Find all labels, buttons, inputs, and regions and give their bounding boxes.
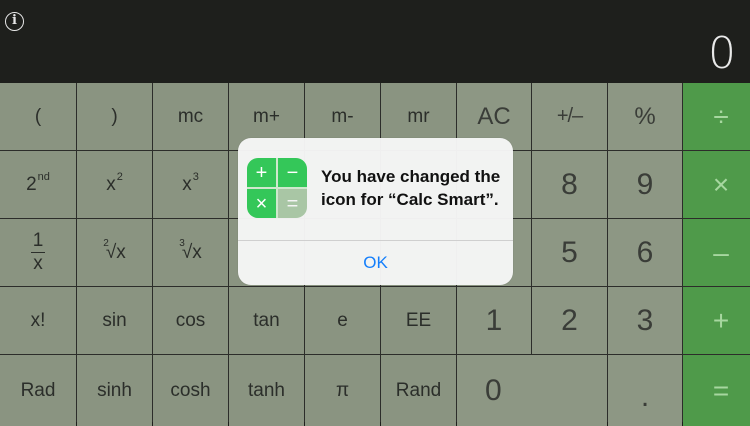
minus-icon: − bbox=[278, 158, 307, 187]
reciprocal-fraction: 1 x bbox=[31, 230, 45, 276]
tanh-key[interactable]: tanh bbox=[229, 355, 304, 426]
ee-key[interactable]: EE bbox=[381, 287, 456, 354]
digit-6-key[interactable]: 6 bbox=[608, 219, 682, 286]
x-cubed-base: x bbox=[182, 173, 192, 195]
display-value: 0 bbox=[708, 28, 736, 79]
sinh-key[interactable]: sinh bbox=[77, 355, 152, 426]
plus-key[interactable]: + bbox=[683, 287, 750, 354]
factorial-key[interactable]: x! bbox=[0, 287, 76, 354]
equals-icon: = bbox=[278, 189, 307, 218]
memory-clear-key[interactable]: mc bbox=[153, 83, 228, 150]
equals-key[interactable]: = bbox=[683, 355, 750, 426]
percent-key[interactable]: % bbox=[608, 83, 682, 150]
rad-key[interactable]: Rad bbox=[0, 355, 76, 426]
x-squared-key[interactable]: x2 bbox=[77, 151, 152, 218]
ok-button[interactable]: OK bbox=[238, 241, 513, 285]
euler-key[interactable]: e bbox=[305, 287, 380, 354]
alert-message: You have changed the icon for “Calc Smar… bbox=[321, 167, 501, 209]
square-root-key[interactable]: 2 √x bbox=[77, 219, 152, 286]
reciprocal-key[interactable]: 1 x bbox=[0, 219, 76, 286]
decimal-point-key[interactable]: . bbox=[608, 355, 682, 426]
plus-minus-label: +/– bbox=[556, 105, 583, 127]
cos-key[interactable]: cos bbox=[153, 287, 228, 354]
calculator-display: i 0 bbox=[0, 0, 750, 83]
open-paren-key[interactable]: ( bbox=[0, 83, 76, 150]
icon-changed-alert: + − × = You have changed the icon for “C… bbox=[238, 138, 513, 285]
rand-key[interactable]: Rand bbox=[381, 355, 456, 426]
second-function-key[interactable]: 2nd bbox=[0, 151, 76, 218]
digit-9-key[interactable]: 9 bbox=[608, 151, 682, 218]
cube-root-key[interactable]: 3 √x bbox=[153, 219, 228, 286]
x-cubed-key[interactable]: x3 bbox=[153, 151, 228, 218]
reciprocal-denominator: x bbox=[33, 253, 43, 275]
sin-key[interactable]: sin bbox=[77, 287, 152, 354]
minus-key[interactable]: – bbox=[683, 219, 750, 286]
close-paren-key[interactable]: ) bbox=[77, 83, 152, 150]
second-base: 2 bbox=[26, 173, 37, 195]
pi-key[interactable]: π bbox=[305, 355, 380, 426]
divide-key[interactable]: ÷ bbox=[683, 83, 750, 150]
digit-5-key[interactable]: 5 bbox=[532, 219, 607, 286]
info-icon[interactable]: i bbox=[5, 12, 24, 31]
times-icon: × bbox=[247, 189, 276, 218]
second-sup: nd bbox=[37, 170, 50, 183]
x-squared-sup: 2 bbox=[116, 170, 123, 183]
cosh-key[interactable]: cosh bbox=[153, 355, 228, 426]
multiply-key[interactable]: × bbox=[683, 151, 750, 218]
cube-root-index: 3 bbox=[179, 238, 185, 249]
plus-minus-key[interactable]: +/– bbox=[532, 83, 607, 150]
digit-1-key[interactable]: 1 bbox=[457, 287, 531, 354]
digit-2-key[interactable]: 2 bbox=[532, 287, 607, 354]
plus-icon: + bbox=[247, 158, 276, 187]
reciprocal-numerator: 1 bbox=[32, 229, 44, 251]
digit-3-key[interactable]: 3 bbox=[608, 287, 682, 354]
square-root-index: 2 bbox=[103, 238, 109, 249]
digit-0-key[interactable]: 0 bbox=[457, 355, 607, 426]
x-squared-base: x bbox=[106, 173, 116, 195]
calc-smart-app-icon: + − × = bbox=[247, 158, 307, 218]
digit-8-key[interactable]: 8 bbox=[532, 151, 607, 218]
tan-key[interactable]: tan bbox=[229, 287, 304, 354]
x-cubed-sup: 3 bbox=[192, 170, 199, 183]
